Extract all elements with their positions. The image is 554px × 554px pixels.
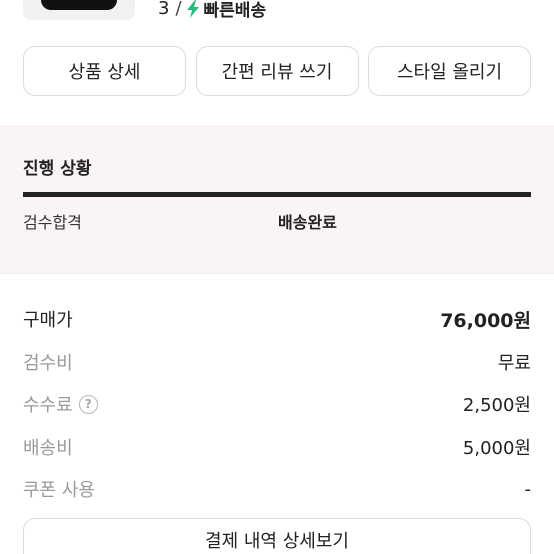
progress-step-inspection-passed: 검수합격 <box>23 213 82 232</box>
action-buttons: 상품 상세 간편 리뷰 쓰기 스타일 올리기 <box>23 46 531 96</box>
bolt-icon <box>186 0 199 18</box>
inspection-fee-value: 무료 <box>497 352 531 374</box>
option-separator: / <box>175 0 182 19</box>
help-icon[interactable]: ? <box>78 394 98 414</box>
commission-value: 2,500원 <box>462 395 531 417</box>
progress-step-delivered: 배송완료 <box>278 213 337 232</box>
coupon-label: 쿠폰 사용 <box>23 480 95 502</box>
shipping-fee-label: 배송비 <box>23 437 73 459</box>
price-breakdown: 구매가 76,000원 검수비 무료 수수료 ? 2,500원 배송비 5,00… <box>23 298 531 511</box>
price-row-commission: 수수료 ? 2,500원 <box>23 383 531 426</box>
progress-bar <box>23 192 531 197</box>
fast-delivery-label: 빠른배송 <box>203 1 267 21</box>
payment-detail-button[interactable]: 결제 내역 상세보기 <box>23 518 531 554</box>
coupon-value: - <box>524 478 532 500</box>
progress-section: 진행 상황 검수합격 배송완료 <box>0 125 554 274</box>
price-row-purchase: 구매가 76,000원 <box>23 298 531 341</box>
purchase-price-value: 76,000원 <box>440 309 531 332</box>
upload-style-button[interactable]: 스타일 올리기 <box>368 46 531 96</box>
progress-title: 진행 상황 <box>23 159 92 179</box>
quick-review-button[interactable]: 간편 리뷰 쓰기 <box>195 46 359 96</box>
purchase-price-label: 구매가 <box>23 310 73 332</box>
product-image <box>41 0 117 10</box>
product-summary: 3 / 빠른배송 <box>0 0 554 40</box>
price-row-coupon: 쿠폰 사용 - <box>23 468 531 511</box>
price-row-inspection-fee: 검수비 무료 <box>23 341 531 384</box>
product-option-line: 3 / 빠른배송 <box>158 0 266 21</box>
shipping-fee-value: 5,000원 <box>462 437 531 459</box>
inspection-fee-label: 검수비 <box>23 352 73 374</box>
product-detail-button[interactable]: 상품 상세 <box>23 46 186 96</box>
commission-label: 수수료 <box>23 395 73 417</box>
product-thumbnail[interactable] <box>23 0 135 20</box>
product-size: 3 <box>158 0 170 19</box>
price-row-shipping-fee: 배송비 5,000원 <box>23 426 531 469</box>
commission-label-wrap: 수수료 ? <box>23 391 98 417</box>
